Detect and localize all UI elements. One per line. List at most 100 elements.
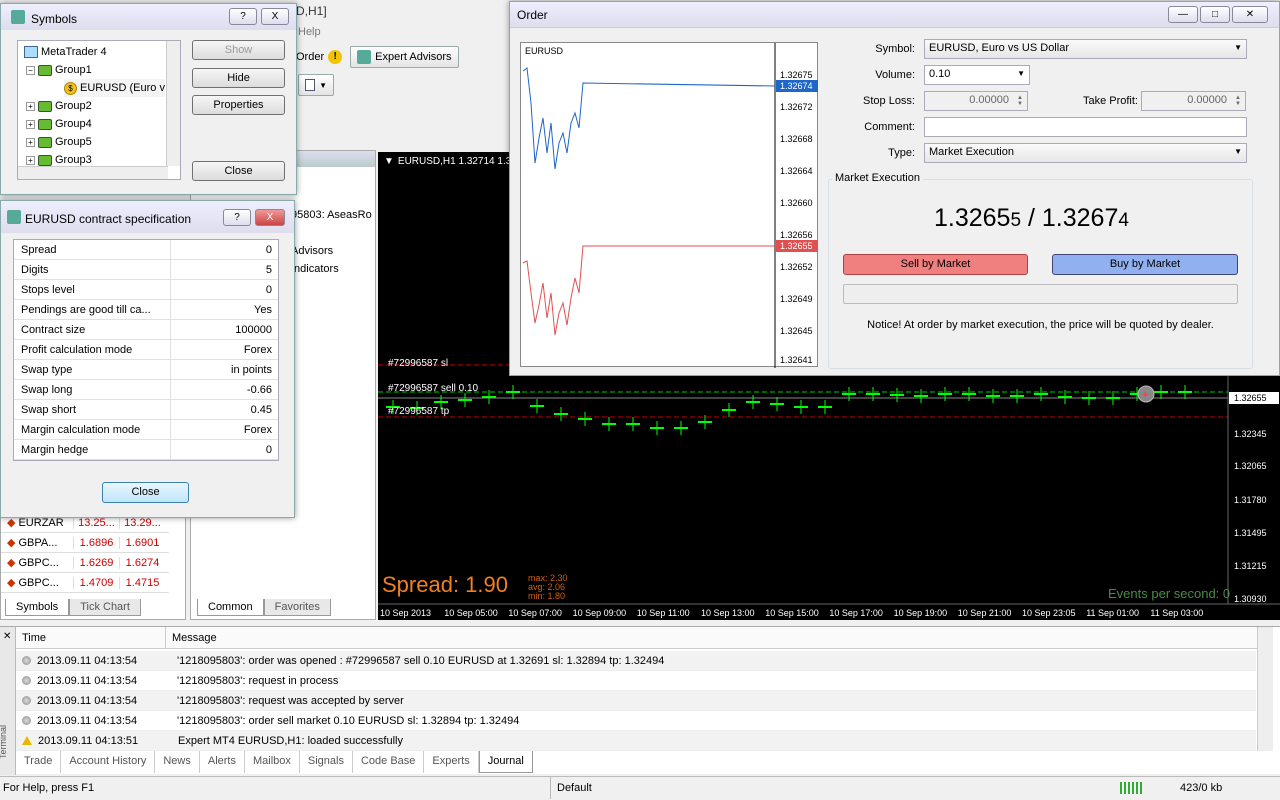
tab-signals[interactable]: Signals bbox=[300, 751, 353, 773]
close-button[interactable]: Close bbox=[102, 482, 189, 503]
tree-item-root[interactable]: MetaTrader 4 bbox=[24, 43, 107, 61]
tab-common[interactable]: Common bbox=[197, 599, 264, 616]
tree-item-group2[interactable]: + Group2 bbox=[26, 97, 92, 115]
spread-stats: max: 2.30 avg: 2.06 min: 1.80 bbox=[528, 574, 568, 601]
bid-value: 13.25... bbox=[73, 516, 119, 529]
spec-key: Margin calculation mode bbox=[14, 420, 171, 439]
symbols-tree[interactable]: MetaTrader 4 − Group1 $ EURUSD (Euro v + Gr… bbox=[17, 40, 181, 180]
vertical-scrollbar[interactable] bbox=[1257, 627, 1273, 751]
maximize-icon[interactable]: □ bbox=[1200, 6, 1230, 23]
tree-item-group1[interactable]: − Group1 bbox=[26, 61, 92, 79]
log-row[interactable]: 2013.09.11 04:13:51 Expert MT4 EURUSD,H1:… bbox=[16, 731, 1256, 751]
spread-min: min: 1.80 bbox=[528, 591, 566, 601]
ask-value: 13.29... bbox=[119, 516, 165, 529]
sell-by-market-button[interactable]: Sell by Market bbox=[843, 254, 1028, 275]
time-tick-label: 10 Sep 05:00 bbox=[444, 608, 498, 618]
tab-account-history[interactable]: Account History bbox=[61, 751, 156, 773]
tick-chart-symbol: EURUSD bbox=[525, 46, 564, 56]
folder-icon bbox=[38, 154, 52, 166]
chart-template-button[interactable]: ▼ bbox=[298, 74, 334, 96]
tab-news[interactable]: News bbox=[155, 751, 200, 773]
take-profit-spinner[interactable]: 0.00000 ▲ ▼ bbox=[1141, 91, 1246, 111]
tab-experts[interactable]: Experts bbox=[424, 751, 479, 773]
tree-label: Group4 bbox=[55, 118, 92, 130]
stop-loss-spinner[interactable]: 0.00000 ▲ ▼ bbox=[924, 91, 1028, 111]
log-row[interactable]: 2013.09.11 04:13:54 '1218095803': request… bbox=[16, 671, 1256, 691]
tree-item-eurusd[interactable]: $ EURUSD (Euro v bbox=[64, 79, 165, 97]
tab-tick-chart[interactable]: Tick Chart bbox=[69, 599, 141, 616]
market-watch-row[interactable]: ◆ GBPA... 1.6896 1.6901 bbox=[1, 533, 169, 553]
tree-item-group5[interactable]: + Group5 bbox=[26, 133, 92, 151]
close-icon[interactable]: ✕ bbox=[3, 631, 11, 642]
market-watch-row[interactable]: ◆ GBPC... 1.6269 1.6274 bbox=[1, 553, 169, 573]
column-time[interactable]: Time bbox=[16, 627, 166, 648]
horizontal-scrollbar[interactable] bbox=[18, 166, 168, 179]
order-toolbar-button[interactable]: Order! bbox=[296, 50, 343, 64]
chart-title: ▼ EURUSD,H1 1.32714 1.32 bbox=[384, 156, 517, 167]
price-tick-label: 1.30930 bbox=[1234, 594, 1267, 604]
warning-icon: ! bbox=[328, 50, 343, 64]
spec-titlebar: EURUSD contract specification ? X bbox=[1, 201, 294, 233]
chevron-down-icon: ▼ bbox=[1017, 69, 1025, 78]
expert-advisors-label: Expert Advisors bbox=[375, 51, 452, 63]
terminal-icon bbox=[24, 46, 38, 58]
column-message[interactable]: Message bbox=[166, 627, 1266, 648]
spread-indicator: Spread: 1.90 bbox=[382, 572, 508, 597]
price-quote: 1.32655 / 1.32674 bbox=[934, 204, 1129, 233]
bid-price-tag-text: 1.32655 bbox=[780, 241, 813, 251]
minimize-icon[interactable]: — bbox=[1168, 6, 1198, 23]
navigator-item-indicators[interactable]: Indicators bbox=[291, 263, 339, 275]
buy-by-market-button[interactable]: Buy by Market bbox=[1052, 254, 1238, 275]
navigator-item-advisors[interactable]: Advisors bbox=[291, 245, 333, 257]
time-tick-label: 10 Sep 11:00 bbox=[637, 608, 690, 618]
log-row[interactable]: 2013.09.11 04:13:54 '1218095803': order s… bbox=[16, 711, 1256, 731]
tree-item-group4[interactable]: + Group4 bbox=[26, 115, 92, 133]
collapse-icon[interactable]: − bbox=[26, 65, 35, 75]
close-button[interactable]: Close bbox=[192, 161, 285, 181]
expand-icon[interactable]: + bbox=[26, 119, 35, 129]
volume-combobox[interactable]: 0.10 ▼ bbox=[924, 65, 1030, 85]
spec-value: 100000 bbox=[235, 323, 272, 336]
tab-mailbox[interactable]: Mailbox bbox=[245, 751, 300, 773]
table-row: Profit calculation mode Forex bbox=[14, 340, 278, 360]
menu-help[interactable]: Help bbox=[298, 26, 321, 38]
warning-icon bbox=[22, 736, 32, 745]
close-icon[interactable]: X bbox=[255, 209, 285, 226]
table-row: Swap long -0.66 bbox=[14, 380, 278, 400]
navigator-account[interactable]: 95803: AseasRo bbox=[291, 209, 372, 221]
tab-symbols[interactable]: Symbols bbox=[5, 599, 70, 616]
expand-icon[interactable]: + bbox=[26, 137, 35, 147]
type-select[interactable]: Market Execution ▼ bbox=[924, 143, 1247, 163]
trade-marker-cross: + bbox=[1142, 389, 1148, 401]
tab-journal[interactable]: Journal bbox=[478, 751, 533, 773]
close-icon[interactable]: X bbox=[261, 8, 289, 25]
properties-button[interactable]: Properties bbox=[192, 95, 285, 115]
tab-trade[interactable]: Trade bbox=[16, 751, 62, 773]
spinner-icon[interactable]: ▲ ▼ bbox=[1017, 95, 1023, 107]
table-row: Swap type in points bbox=[14, 360, 278, 380]
help-button[interactable]: ? bbox=[229, 8, 257, 25]
expand-icon[interactable]: + bbox=[26, 101, 35, 111]
symbols-titlebar: Symbols ? X bbox=[1, 4, 296, 30]
log-time: 2013.09.11 04:13:54 bbox=[37, 674, 138, 687]
expert-advisors-button[interactable]: Expert Advisors bbox=[350, 46, 459, 68]
log-time: 2013.09.11 04:13:54 bbox=[37, 694, 138, 707]
table-row: Spread 0 bbox=[14, 240, 278, 260]
comment-input[interactable] bbox=[924, 117, 1247, 137]
spinner-icon[interactable]: ▲ ▼ bbox=[1235, 95, 1241, 107]
log-row[interactable]: 2013.09.11 04:13:54 '1218095803': request… bbox=[16, 691, 1256, 711]
tab-code-base[interactable]: Code Base bbox=[353, 751, 425, 773]
market-watch-row[interactable]: ◆ GBPC... 1.4709 1.4715 bbox=[1, 573, 169, 593]
expand-icon[interactable]: + bbox=[26, 155, 35, 165]
spec-value: in points bbox=[231, 363, 272, 376]
symbol-select[interactable]: EURUSD, Euro vs US Dollar ▼ bbox=[924, 39, 1247, 59]
tab-alerts[interactable]: Alerts bbox=[200, 751, 245, 773]
vertical-scrollbar[interactable] bbox=[166, 41, 180, 166]
hide-button[interactable]: Hide bbox=[192, 68, 285, 88]
help-button[interactable]: ? bbox=[223, 209, 251, 226]
terminal-header: Time Message bbox=[16, 627, 1266, 649]
show-button[interactable]: Show bbox=[192, 40, 285, 60]
tab-favorites[interactable]: Favorites bbox=[263, 599, 331, 616]
log-row[interactable]: 2013.09.11 04:13:54 '1218095803': order w… bbox=[16, 651, 1256, 671]
close-icon[interactable]: ✕ bbox=[1232, 6, 1268, 23]
